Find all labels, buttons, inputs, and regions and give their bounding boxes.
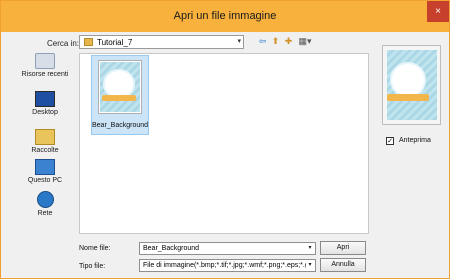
desktop-icon [35, 91, 55, 107]
preview-panel [382, 45, 441, 125]
pc-icon [35, 159, 55, 175]
place-label: Rete [37, 210, 53, 217]
place-libraries[interactable]: Raccolte [17, 129, 73, 154]
close-button[interactable]: × [427, 1, 449, 22]
file-item[interactable]: Bear_Background [91, 55, 149, 135]
dialog-title: Apri un file immagine [173, 10, 277, 22]
file-name-label: Nome file: [79, 245, 111, 252]
open-button[interactable]: Apri [320, 241, 366, 255]
look-in-value: Tutorial_7 [97, 38, 133, 47]
title-bar[interactable]: Apri un file immagine × [1, 1, 449, 32]
recent-icon [35, 53, 55, 69]
file-type-value: File di immagine(*.bmp;*.tif;*.jpg;*.wmf… [143, 262, 313, 269]
file-thumbnail [98, 60, 142, 114]
place-pc[interactable]: Questo PC [17, 159, 73, 184]
place-label: Questo PC [27, 177, 63, 184]
look-in-dropdown[interactable]: Tutorial_7 ▾ [79, 35, 244, 49]
network-icon [36, 191, 54, 208]
place-label: Raccolte [31, 147, 59, 154]
file-name: Bear_Background [92, 122, 149, 129]
file-type-label: Tipo file: [79, 263, 106, 270]
new-folder-icon[interactable]: ✚ [283, 36, 294, 47]
cancel-button[interactable]: Annulla [320, 258, 366, 272]
preview-cloud [392, 64, 424, 96]
chevron-down-icon[interactable]: ▾ [306, 243, 314, 254]
place-label: Desktop [32, 109, 58, 116]
view-menu-icon[interactable]: ▦▾ [297, 36, 313, 47]
preview-checkbox[interactable]: ✓ [386, 137, 394, 145]
file-list[interactable]: Bear_Background [79, 53, 369, 234]
libraries-icon [35, 129, 55, 145]
up-folder-icon[interactable]: ⬆ [270, 36, 281, 47]
file-type-select[interactable]: File di immagine(*.bmp;*.tif;*.jpg;*.wmf… [139, 259, 316, 272]
place-label: Risorse recenti [21, 71, 69, 78]
preview-ribbon [387, 94, 429, 101]
chevron-down-icon[interactable]: ▾ [237, 37, 241, 45]
place-recent[interactable]: Risorse recenti [17, 53, 73, 78]
look-in-label: Cerca in: [47, 39, 80, 48]
place-desktop[interactable]: Desktop [17, 91, 73, 116]
thumbnail-cloud [105, 71, 133, 97]
place-network[interactable]: Rete [17, 191, 73, 217]
file-name-input[interactable]: Bear_Background ▾ [139, 242, 316, 255]
back-icon[interactable]: ⇦ [257, 36, 268, 47]
places-bar: Risorse recenti Desktop Raccolte Questo … [17, 53, 73, 236]
file-name-value: Bear_Background [143, 245, 200, 252]
preview-checkbox-label: Anteprima [399, 137, 431, 144]
open-image-dialog: Apri un file immagine × Cerca in: Tutori… [0, 0, 450, 279]
thumbnail-ribbon [102, 95, 136, 101]
folder-icon [84, 38, 93, 46]
chevron-down-icon[interactable]: ▾ [306, 260, 314, 271]
